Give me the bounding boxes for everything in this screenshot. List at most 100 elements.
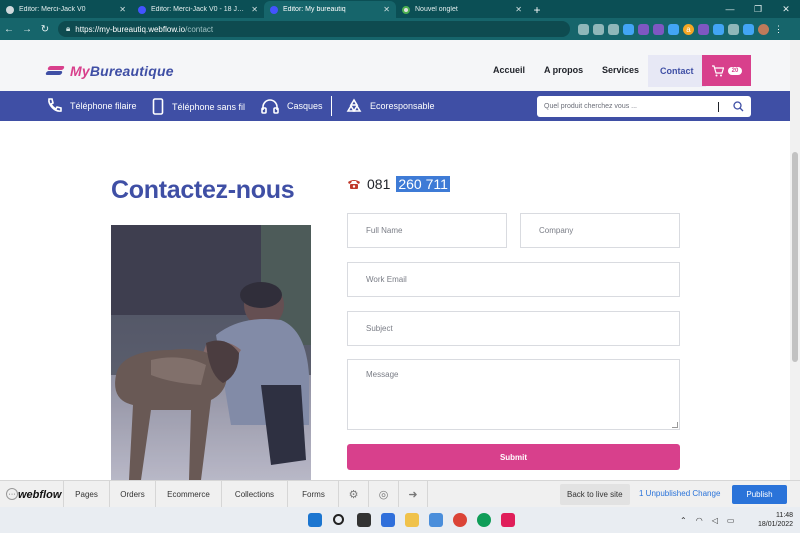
- browser-tab[interactable]: Nouvel onglet ✕: [396, 1, 528, 18]
- cart-count-badge: 20: [727, 66, 743, 75]
- webflow-menu-orders[interactable]: Orders: [109, 481, 155, 507]
- tab-close-icon[interactable]: ✕: [119, 5, 126, 14]
- company-field[interactable]: Company: [520, 213, 680, 248]
- puzzle-icon[interactable]: [728, 23, 739, 35]
- work-email-field[interactable]: Work Email: [347, 262, 680, 297]
- webflow-menu-collections[interactable]: Collections: [221, 481, 287, 507]
- extension-icon[interactable]: [638, 23, 649, 35]
- subject-field[interactable]: Subject: [347, 311, 680, 346]
- browser-tab-active[interactable]: Editor: My bureautiq ✕: [264, 1, 396, 18]
- extension-icon[interactable]: [653, 23, 664, 35]
- tab-close-icon[interactable]: ✕: [383, 5, 390, 14]
- nav-accueil[interactable]: Accueil: [493, 55, 525, 85]
- nav-link[interactable]: Contact: [660, 56, 694, 86]
- webflow-menu-pages[interactable]: Pages: [63, 481, 109, 507]
- contact-phone: 081 260 711: [347, 176, 450, 192]
- cart-icon: [711, 64, 724, 76]
- tab-close-icon[interactable]: ✕: [515, 5, 522, 14]
- volume-icon[interactable]: ◁: [712, 516, 718, 525]
- resize-handle-icon[interactable]: [672, 422, 678, 428]
- bookmark-star-icon[interactable]: [608, 23, 619, 35]
- slack-icon[interactable]: [501, 513, 515, 527]
- search-input[interactable]: Quel produit cherchez vous ...: [544, 103, 718, 110]
- extension-icon[interactable]: [698, 23, 709, 35]
- extension-icon[interactable]: [743, 23, 754, 35]
- webflow-menu-ecommerce[interactable]: Ecommerce: [155, 481, 221, 507]
- url-host: https://my-bureautiq.webflow.io: [75, 24, 186, 34]
- nav-services[interactable]: Services: [602, 55, 639, 85]
- submit-button[interactable]: Submit: [347, 444, 680, 470]
- translate-icon[interactable]: [578, 23, 589, 35]
- kebab-menu-icon[interactable]: ⋮: [773, 24, 784, 35]
- address-bar[interactable]: 🔒︎ https://my-bureautiq.webflow.io/conta…: [58, 21, 570, 37]
- category-ecoresponsable[interactable]: Ecoresponsable: [346, 98, 435, 114]
- restore-icon[interactable]: ❐: [744, 0, 772, 18]
- browser-tab[interactable]: Editor: Merci-Jack V0 ✕: [0, 1, 132, 18]
- logout-icon[interactable]: ➜: [398, 481, 428, 507]
- back-arrow-icon[interactable]: ←: [0, 20, 18, 38]
- tab-favicon: [138, 5, 146, 14]
- store-icon[interactable]: [429, 513, 443, 527]
- webflow-menu-forms[interactable]: Forms: [287, 481, 339, 507]
- product-search[interactable]: Quel produit cherchez vous ...: [537, 96, 751, 117]
- extension-icon[interactable]: [623, 23, 634, 35]
- webflow-logo: webflow: [18, 489, 62, 501]
- battery-icon[interactable]: ▭: [727, 516, 735, 525]
- category-telephone-filaire[interactable]: Téléphone filaire: [46, 98, 137, 114]
- unpublished-changes-link[interactable]: 1 Unpublished Change: [639, 489, 720, 498]
- system-clock[interactable]: 11:48 18/01/2022: [758, 511, 793, 529]
- nav-link[interactable]: A propos: [544, 55, 583, 85]
- new-tab-button[interactable]: +: [528, 1, 546, 18]
- browser-tab[interactable]: Editor: Merci-Jack V0 - 18 Januar ✕: [132, 1, 264, 18]
- profile-avatar[interactable]: [758, 23, 769, 35]
- wifi-icon[interactable]: ◠: [696, 516, 703, 525]
- chrome-icon[interactable]: [453, 513, 467, 527]
- chevron-up-icon[interactable]: ⌃: [680, 516, 687, 525]
- search-icon[interactable]: [733, 101, 744, 112]
- page-scrollbar[interactable]: [790, 40, 800, 480]
- nav-link[interactable]: Services: [602, 55, 639, 85]
- category-telephone-sans-fil[interactable]: Téléphone sans fil: [152, 98, 245, 115]
- search-icon[interactable]: [333, 514, 344, 525]
- back-to-live-site-button[interactable]: Back to live site: [560, 484, 630, 505]
- url-path: /contact: [185, 24, 214, 34]
- tab-favicon: [402, 5, 410, 14]
- nav-a-propos[interactable]: A propos: [544, 55, 583, 85]
- minimize-icon[interactable]: —: [716, 0, 744, 18]
- share-icon[interactable]: [593, 23, 604, 35]
- full-name-field[interactable]: Full Name: [347, 213, 507, 248]
- webflow-editor-bar: ··· webflow Pages Orders Ecommerce Colle…: [0, 480, 800, 507]
- reload-icon[interactable]: ↻: [36, 20, 54, 38]
- cart-button[interactable]: 20: [702, 55, 751, 86]
- help-icon[interactable]: ◎: [368, 481, 398, 507]
- file-explorer-icon[interactable]: [405, 513, 419, 527]
- nav-contact[interactable]: Contact: [648, 55, 706, 87]
- extension-icon[interactable]: a: [683, 23, 694, 35]
- chrome-profile-icon[interactable]: [477, 513, 491, 527]
- task-view-icon[interactable]: [357, 513, 371, 527]
- widgets-icon[interactable]: [381, 513, 395, 527]
- category-label: Téléphone sans fil: [172, 101, 246, 112]
- settings-gear-icon[interactable]: ⚙: [338, 481, 368, 507]
- more-options-icon[interactable]: ···: [6, 488, 18, 500]
- windows-start-icon[interactable]: [308, 513, 322, 527]
- extension-icon[interactable]: [668, 23, 679, 35]
- scrollbar-thumb[interactable]: [792, 152, 798, 362]
- browser-tab-strip: Editor: Merci-Jack V0 ✕ Editor: Merci-Ja…: [0, 0, 800, 18]
- message-placeholder: Message: [366, 370, 399, 379]
- window-controls: — ❐ ✕: [716, 0, 800, 18]
- category-label: Ecoresponsable: [370, 101, 435, 111]
- nav-link[interactable]: Accueil: [493, 55, 525, 85]
- tab-title: Nouvel onglet: [415, 6, 458, 13]
- category-casques[interactable]: Casques: [261, 98, 323, 114]
- phone-number-selected: 260 711: [396, 176, 450, 192]
- page-title: Contactez-nous: [111, 176, 295, 204]
- extension-icon[interactable]: [713, 23, 724, 35]
- message-textarea[interactable]: Message: [347, 359, 680, 430]
- forward-arrow-icon[interactable]: →: [18, 20, 36, 38]
- publish-button[interactable]: Publish: [732, 485, 787, 504]
- site-logo[interactable]: MyBureautique: [45, 63, 174, 79]
- close-window-icon[interactable]: ✕: [772, 0, 800, 18]
- category-divider: [331, 96, 332, 116]
- tab-close-icon[interactable]: ✕: [251, 5, 258, 14]
